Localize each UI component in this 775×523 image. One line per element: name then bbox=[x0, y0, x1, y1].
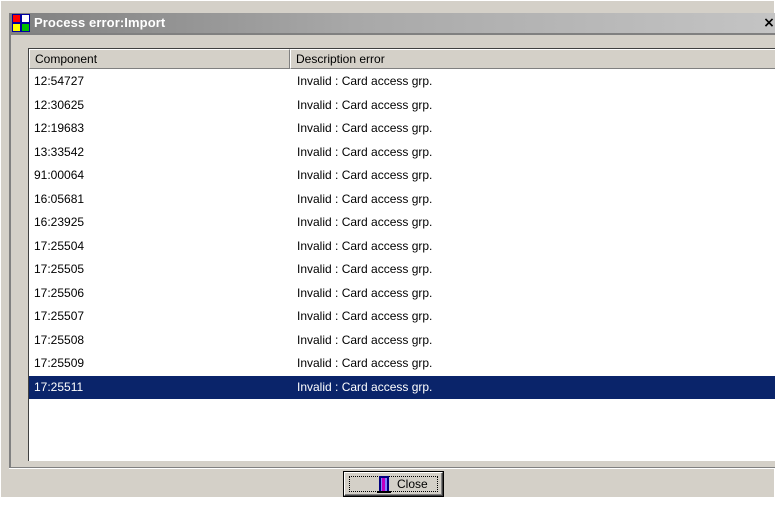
table-row[interactable]: 91:00064 Invalid : Card access grp. bbox=[29, 164, 775, 188]
footer-divider bbox=[9, 467, 775, 469]
cell-component: 16:23925 bbox=[34, 215, 85, 229]
table-row[interactable]: 17:25506 Invalid : Card access grp. bbox=[29, 282, 775, 306]
process-error-dialog: Process error:Import × Component Descrip… bbox=[0, 0, 775, 497]
table-row[interactable]: 17:25507 Invalid : Card access grp. bbox=[29, 305, 775, 329]
cell-component: 17:25504 bbox=[34, 238, 85, 253]
grid-rows: 12:54727 Invalid : Card access grp. 12:306… bbox=[29, 70, 775, 399]
cell-component: 12:19683 bbox=[34, 121, 85, 135]
cell-description: Invalid : Card access grp. bbox=[297, 215, 433, 229]
cell-component: 91:00064 bbox=[34, 168, 85, 182]
table-row[interactable]: 13:33542 Invalid : Card access grp. bbox=[29, 141, 775, 165]
table-row[interactable]: 16:23925 Invalid : Card access grp. bbox=[29, 211, 775, 235]
column-header-component[interactable]: Component bbox=[29, 49, 290, 69]
cell-component: 12:30625 bbox=[34, 97, 85, 112]
cell-description: Invalid : Card access grp. bbox=[297, 238, 433, 253]
cell-component: 17:25506 bbox=[34, 285, 85, 300]
title-bar[interactable]: Process error:Import × bbox=[9, 13, 775, 33]
cell-description: Invalid : Card access grp. bbox=[297, 191, 433, 206]
close-button-label: Close bbox=[397, 477, 428, 491]
table-row[interactable]: 17:25505 Invalid : Card access grp. bbox=[29, 258, 775, 282]
cell-component: 12:54727 bbox=[34, 74, 85, 88]
app-icon bbox=[12, 14, 30, 32]
cell-component: 17:25511 bbox=[34, 379, 84, 394]
table-row[interactable]: 12:19683 Invalid : Card access grp. bbox=[29, 117, 775, 141]
cell-component: 17:25505 bbox=[34, 262, 85, 276]
cell-component: 17:25509 bbox=[34, 356, 85, 370]
cell-description: Invalid : Card access grp. bbox=[297, 379, 433, 394]
table-row[interactable]: 17:25508 Invalid : Card access grp. bbox=[29, 329, 775, 353]
cell-description: Invalid : Card access grp. bbox=[297, 285, 433, 300]
error-grid[interactable]: Component Description error 12:54727 Inva… bbox=[28, 48, 775, 461]
cell-description: Invalid : Card access grp. bbox=[297, 144, 433, 159]
table-row[interactable]: 12:30625 Invalid : Card access grp. bbox=[29, 94, 775, 118]
table-row[interactable]: 17:25509 Invalid : Card access grp. bbox=[29, 352, 775, 376]
cell-description: Invalid : Card access grp. bbox=[297, 356, 433, 370]
cell-description: Invalid : Card access grp. bbox=[297, 74, 433, 88]
table-row-selected[interactable]: 17:25511 Invalid : Card access grp. bbox=[29, 375, 775, 399]
grid-header: Component Description error bbox=[29, 49, 775, 69]
table-row[interactable]: 16:05681 Invalid : Card access grp. bbox=[29, 188, 775, 212]
table-row[interactable]: 12:54727 Invalid : Card access grp. bbox=[29, 70, 775, 94]
cell-component: 17:25507 bbox=[34, 309, 85, 323]
cell-description: Invalid : Card access grp. bbox=[297, 309, 433, 323]
cell-component: 17:25508 bbox=[34, 332, 85, 347]
cell-description: Invalid : Card access grp. bbox=[297, 97, 433, 112]
close-icon[interactable]: × bbox=[761, 15, 775, 31]
cell-description: Invalid : Card access grp. bbox=[297, 168, 433, 182]
exit-door-icon bbox=[377, 476, 391, 493]
cell-component: 16:05681 bbox=[34, 191, 85, 206]
table-row[interactable]: 17:25504 Invalid : Card access grp. bbox=[29, 235, 775, 259]
window-title: Process error:Import bbox=[34, 15, 166, 30]
column-header-description[interactable]: Description error bbox=[290, 49, 775, 69]
cell-description: Invalid : Card access grp. bbox=[297, 332, 433, 347]
cell-description: Invalid : Card access grp. bbox=[297, 121, 433, 135]
cell-component: 13:33542 bbox=[34, 144, 85, 159]
cell-description: Invalid : Card access grp. bbox=[297, 262, 433, 276]
close-button[interactable]: Close bbox=[343, 471, 444, 497]
